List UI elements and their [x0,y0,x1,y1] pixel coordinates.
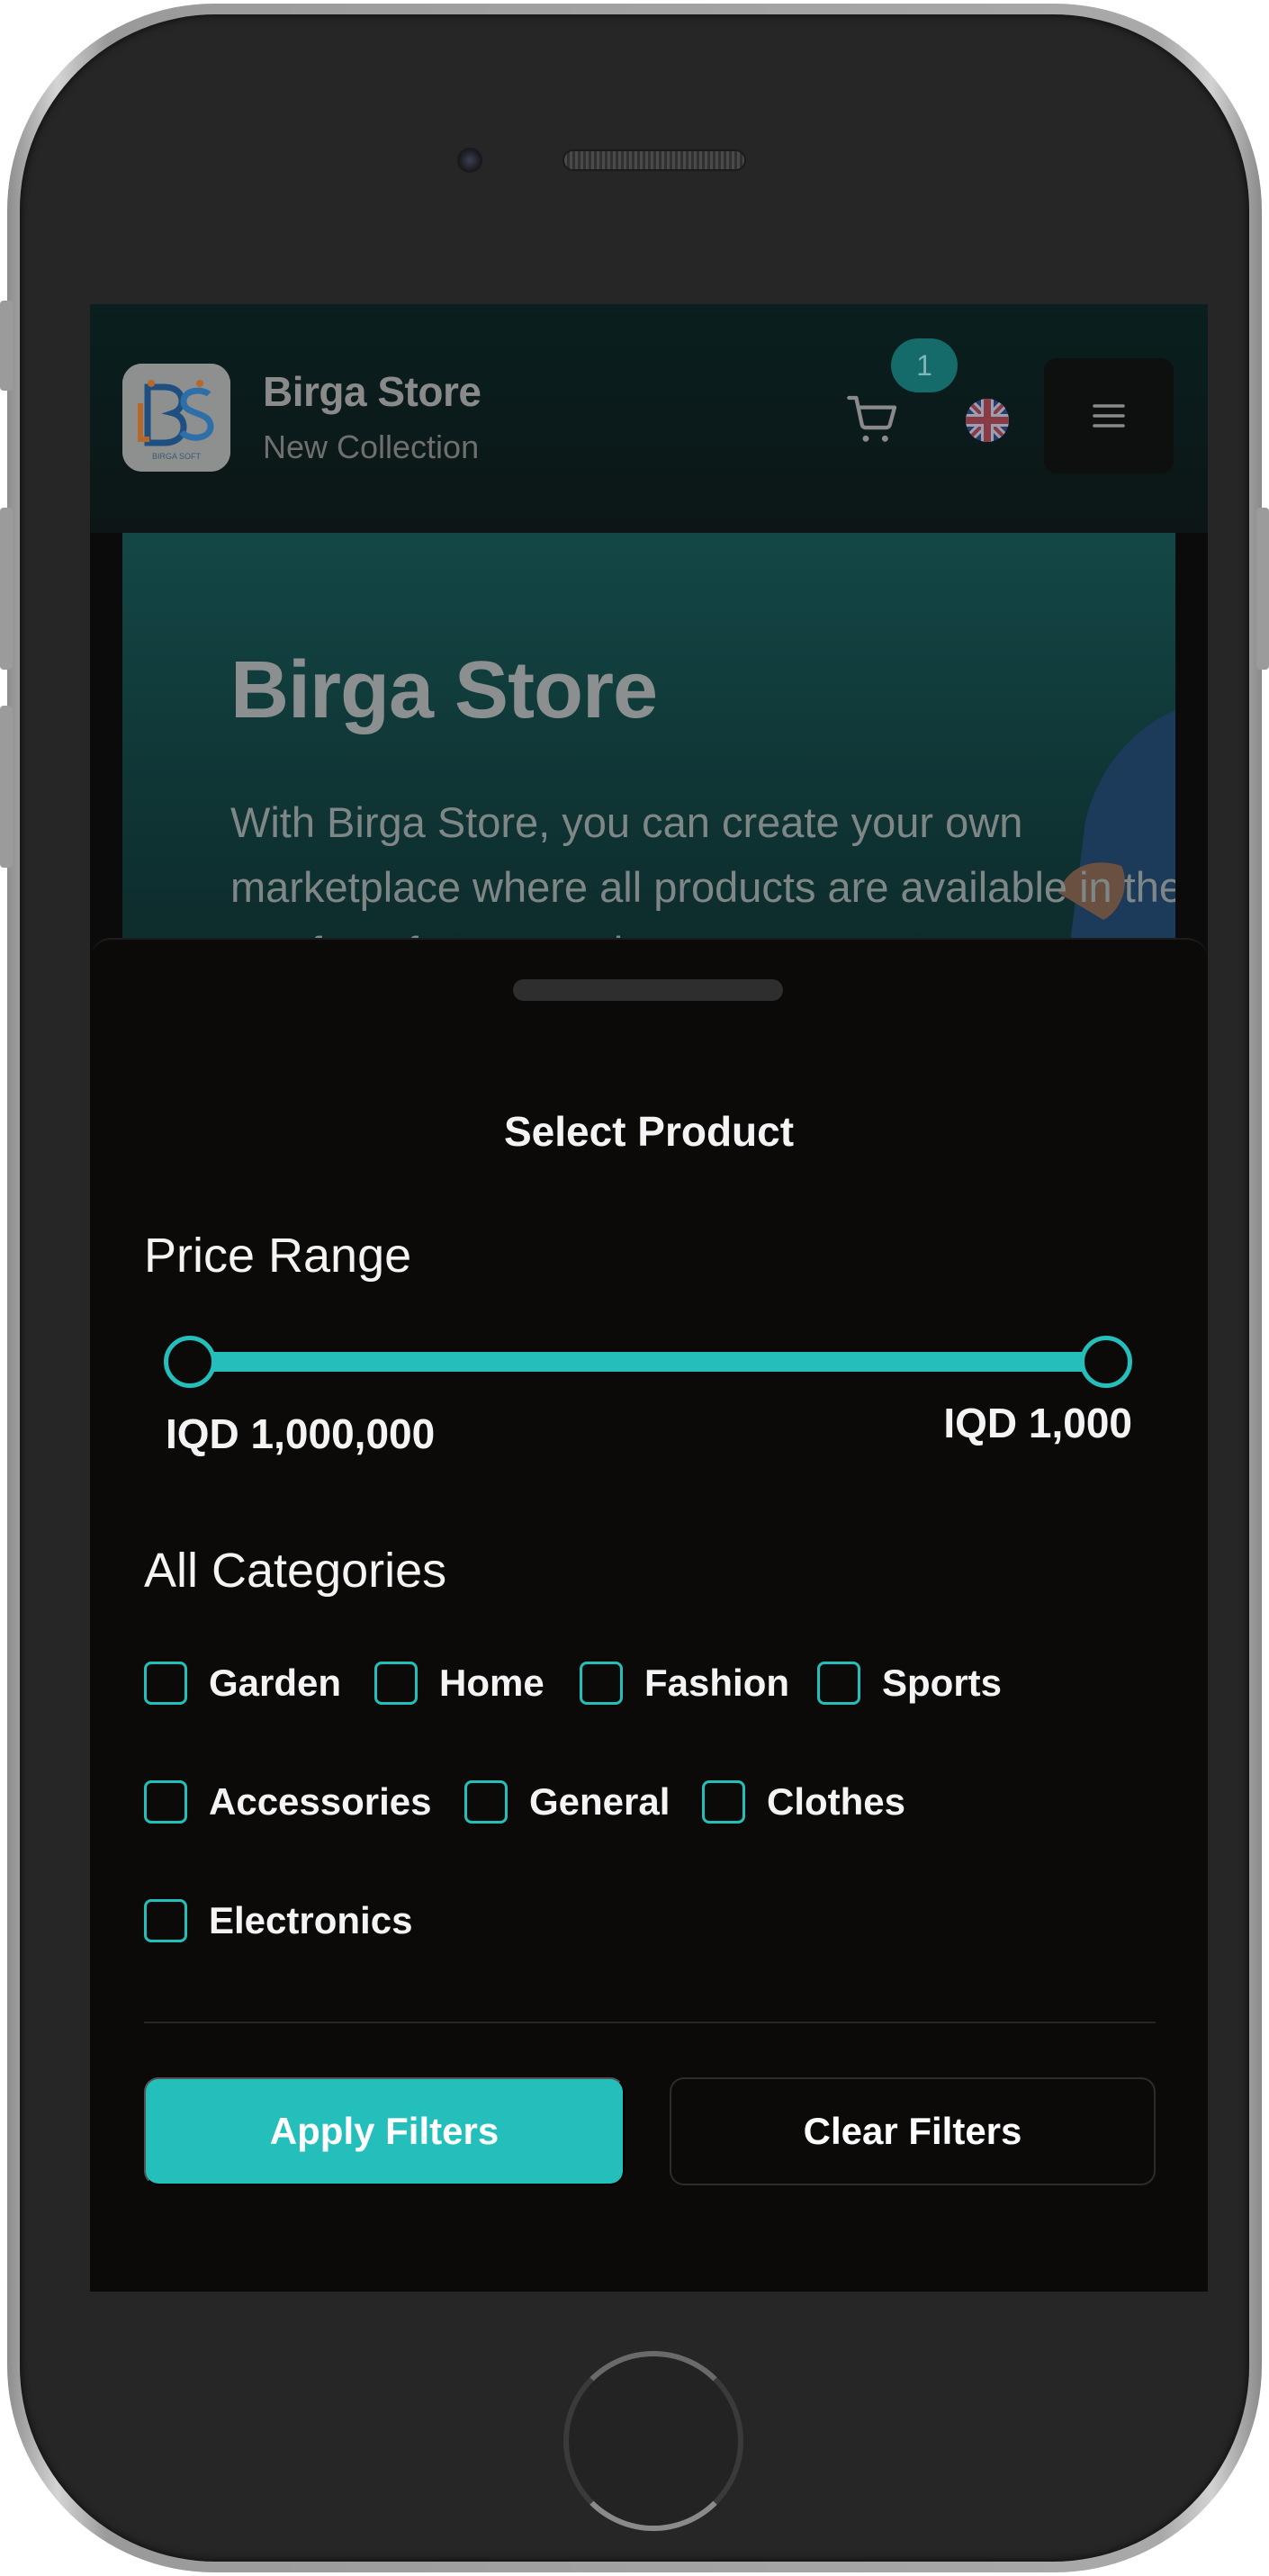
hero-title: Birga Store [230,645,658,735]
power-button [1256,508,1269,670]
category-label: Fashion [644,1662,790,1704]
mute-switch [0,301,13,391]
category-checkbox[interactable] [817,1662,860,1705]
category-clothes[interactable]: Clothes [702,1779,905,1825]
home-button[interactable] [563,2351,743,2531]
category-fashion[interactable]: Fashion [580,1660,789,1707]
category-label: Electronics [209,1899,413,1941]
category-label: Accessories [209,1780,432,1823]
category-checkbox[interactable] [702,1780,745,1824]
category-checkbox[interactable] [144,1662,187,1705]
uk-flag-icon [966,399,1009,442]
cart-icon [847,395,897,442]
sheet-divider [144,2022,1156,2023]
category-electronics[interactable]: Electronics [144,1897,412,1944]
category-home[interactable]: Home [374,1660,544,1707]
hero-banner: Birga Store With Birga Store, you can cr… [122,533,1175,965]
category-general[interactable]: General [464,1779,670,1825]
phone-frame: BIRGA SOFT Birga Store New Collection 1 [0,4,1269,2572]
store-logo[interactable]: BIRGA SOFT [122,364,230,472]
price-range-title: Price Range [144,1229,412,1283]
hamburger-menu-icon [1093,404,1125,428]
birga-logo-icon: BIRGA SOFT [122,364,230,472]
apply-filters-button[interactable]: Apply Filters [144,2077,625,2185]
category-checkbox[interactable] [374,1662,418,1705]
cart-button[interactable] [844,391,902,448]
category-accessories[interactable]: Accessories [144,1779,432,1825]
clear-filters-button[interactable]: Clear Filters [670,2077,1156,2185]
sheet-drag-handle[interactable] [513,979,783,1001]
categories-title: All Categories [144,1544,447,1598]
language-switcher[interactable] [965,398,1010,443]
category-label: General [529,1780,670,1823]
cart-count-badge: 1 [891,338,958,392]
volume-up-button [0,508,13,670]
app-screen: BIRGA SOFT Birga Store New Collection 1 [90,304,1208,2292]
category-checkbox[interactable] [464,1780,508,1824]
category-garden[interactable]: Garden [144,1660,341,1707]
filter-bottom-sheet: Select Product Price Range IQD 1,000,000… [90,938,1208,2292]
category-sports[interactable]: Sports [817,1660,1002,1707]
sheet-title: Select Product [503,1108,795,1155]
price-range-max-thumb[interactable] [1080,1336,1132,1388]
front-camera [457,148,482,173]
store-name: Birga Store [263,368,482,415]
category-label: Clothes [767,1780,906,1823]
category-label: Home [439,1662,544,1704]
price-min-label: IQD 1,000,000 [166,1410,436,1457]
logo-text: BIRGA SOFT [152,452,202,461]
price-max-label: IQD 1,000 [943,1400,1132,1446]
price-range-track[interactable] [189,1352,1107,1372]
category-checkbox[interactable] [144,1899,187,1942]
earpiece-speaker [562,149,746,171]
price-range-min-thumb[interactable] [164,1336,216,1388]
app-header: BIRGA SOFT Birga Store New Collection 1 [90,304,1208,533]
phone-bezel: BIRGA SOFT Birga Store New Collection 1 [20,14,1249,2562]
category-checkbox[interactable] [144,1780,187,1824]
menu-button[interactable] [1044,358,1174,473]
store-subtitle: New Collection [263,428,480,465]
category-label: Sports [882,1662,1003,1704]
volume-down-button [0,706,13,868]
category-checkbox[interactable] [580,1662,623,1705]
category-label: Garden [209,1662,342,1704]
